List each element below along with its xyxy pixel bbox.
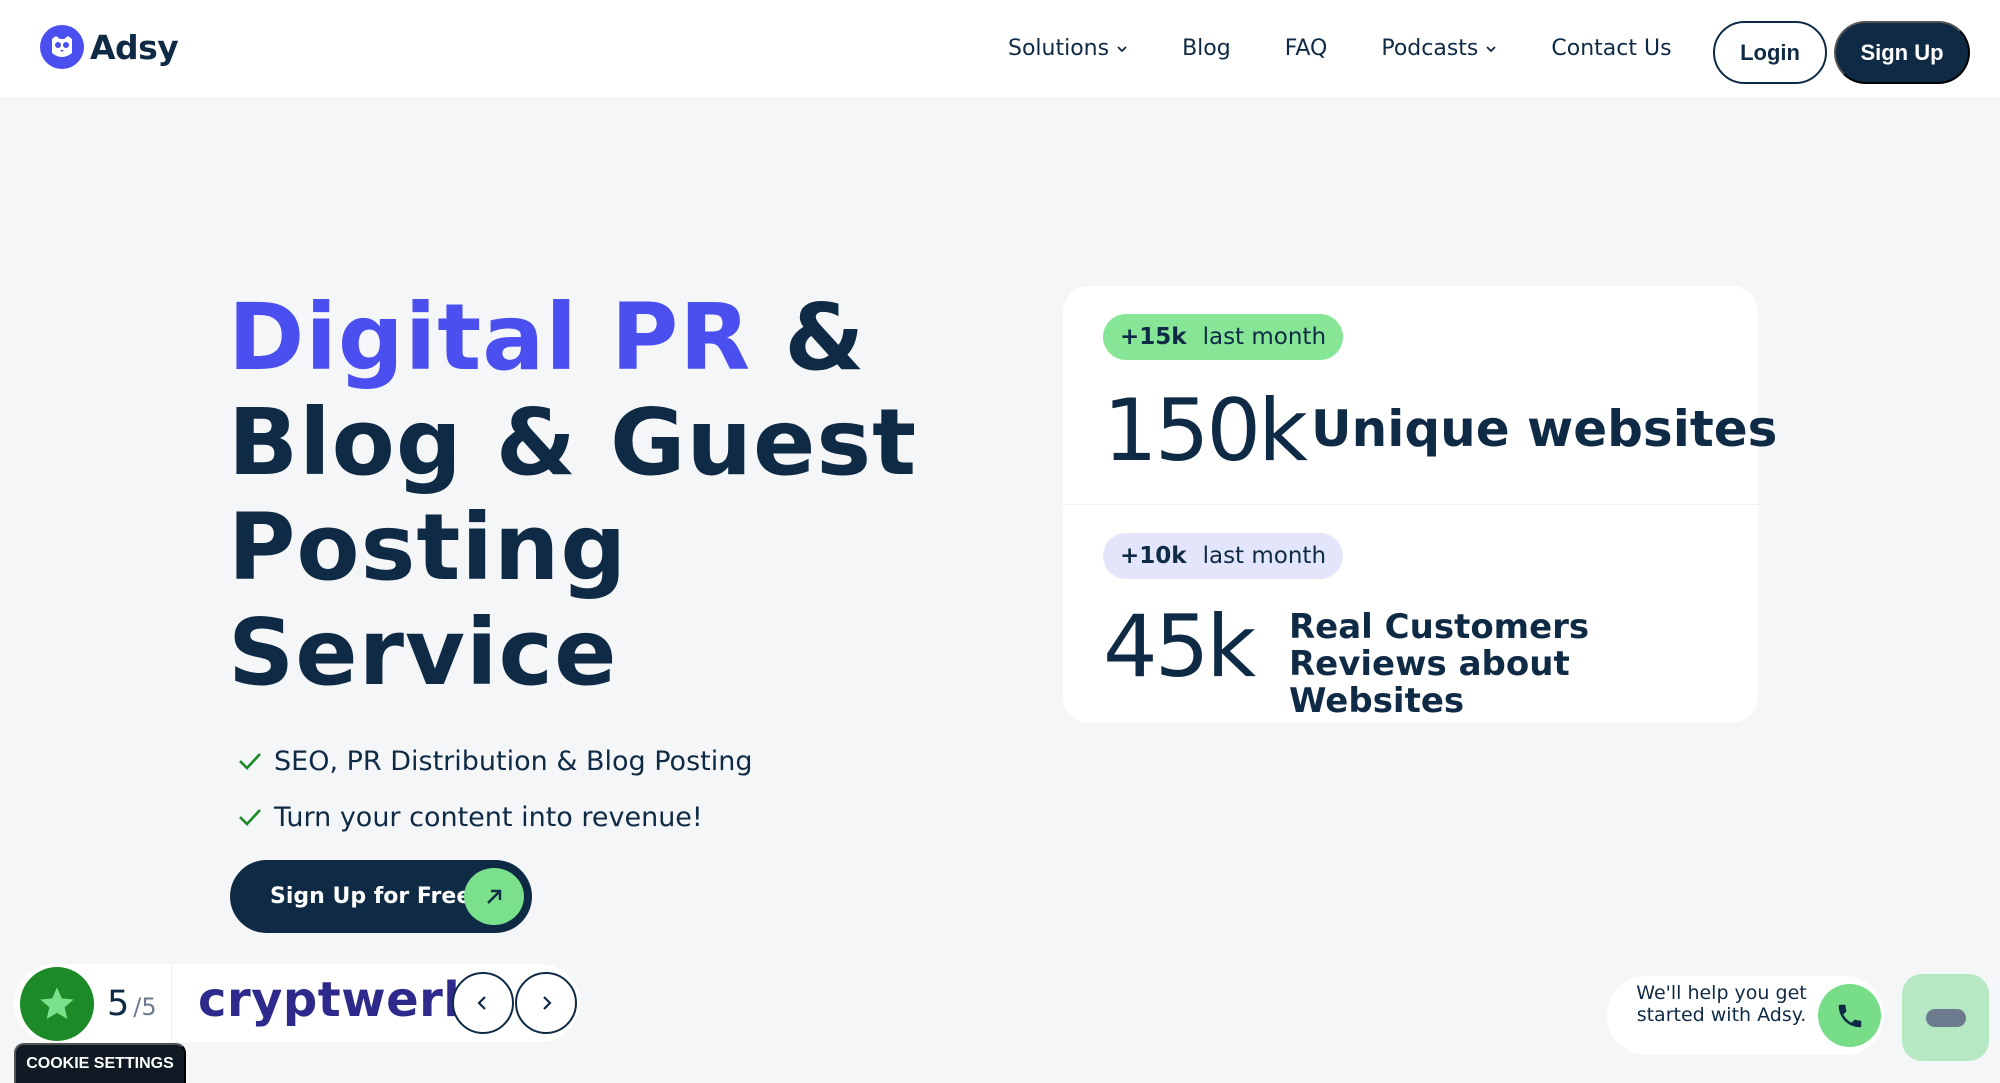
nav-label: Podcasts (1381, 36, 1479, 61)
phone-icon[interactable] (1818, 984, 1881, 1047)
growth-period: last month (1202, 324, 1327, 350)
owl-logo-icon (40, 25, 84, 69)
rating-max: /5 (133, 993, 157, 1021)
help-widget[interactable]: We'll help you get started with Adsy. (1607, 976, 1884, 1055)
stat-label: Unique websites (1311, 400, 1778, 458)
signup-free-button[interactable]: Sign Up for Free (230, 860, 532, 933)
divider (171, 964, 172, 1042)
hero-title-line2: Blog & Guest (228, 389, 918, 496)
nav-item-contact-us[interactable]: Contact Us (1551, 36, 1671, 61)
hero-title-amp: & (784, 284, 866, 391)
nav-label: Blog (1182, 36, 1231, 61)
hero-title-line3: Posting (228, 494, 628, 601)
rating-value: 5 (107, 984, 130, 1024)
cta-label: Sign Up for Free (270, 884, 472, 909)
chevron-down-icon (1486, 45, 1497, 52)
chevron-left-icon (477, 996, 486, 1010)
nav-item-faq[interactable]: FAQ (1285, 36, 1328, 61)
growth-delta: +10k (1120, 543, 1187, 569)
chevron-down-icon (1117, 45, 1127, 52)
feature-item: SEO, PR Distribution & Blog Posting (238, 733, 753, 789)
nav-item-solutions[interactable]: Solutions (1008, 36, 1128, 61)
review-brand-logo: cryptwerk (198, 972, 476, 1028)
hero-title: Digital PR & Blog & Guest Posting Servic… (228, 285, 948, 705)
nav-label: Contact Us (1551, 36, 1672, 61)
divider (1063, 504, 1758, 505)
stat-label: Real Customers Reviews about Websites (1289, 607, 1590, 721)
nav-label: FAQ (1284, 36, 1328, 61)
nav-item-blog[interactable]: Blog (1182, 36, 1231, 61)
checkmark-icon (239, 753, 261, 770)
feature-list: SEO, PR Distribution & Blog Posting Turn… (238, 733, 753, 845)
page: Adsy Solutions Blog FAQ Podcasts Contact… (0, 0, 2000, 1083)
cookie-settings-button[interactable]: COOKIE SETTINGS (14, 1043, 186, 1083)
site-header: Adsy Solutions Blog FAQ Podcasts Contact… (0, 0, 2000, 97)
logo[interactable]: Adsy (40, 25, 179, 69)
review-widget: 5/5 cryptwerk (14, 964, 580, 1042)
chat-icon[interactable] (1902, 974, 1989, 1061)
growth-delta: +15k (1120, 324, 1187, 350)
next-button[interactable] (515, 972, 577, 1034)
help-text: We'll help you get started with Adsy. (1636, 982, 1807, 1026)
checkmark-icon (239, 809, 261, 826)
growth-badge: +15k last month (1103, 314, 1344, 360)
rating-score: 5/5 (107, 984, 157, 1024)
arrow-up-right-icon (464, 868, 524, 925)
feature-text: Turn your content into revenue! (274, 801, 703, 833)
stat-value: 45k (1103, 597, 1256, 697)
login-button[interactable]: Login (1713, 21, 1827, 84)
star-icon (20, 967, 94, 1041)
nav-item-podcasts[interactable]: Podcasts (1381, 36, 1497, 61)
feature-text: SEO, PR Distribution & Blog Posting (274, 745, 753, 777)
logo-text: Adsy (90, 27, 179, 67)
main-nav: Solutions Blog FAQ Podcasts Contact Us (1008, 0, 1726, 97)
nav-label: Solutions (1008, 36, 1110, 61)
signup-button[interactable]: Sign Up (1834, 21, 1970, 84)
previous-button[interactable] (452, 972, 514, 1034)
stat-value: 150k (1103, 381, 1308, 481)
chevron-right-icon (543, 996, 552, 1010)
feature-item: Turn your content into revenue! (238, 789, 753, 845)
growth-period: last month (1202, 543, 1327, 569)
hero-title-line4: Service (228, 599, 618, 706)
hero-title-accent: Digital PR (228, 284, 752, 391)
growth-badge: +10k last month (1103, 533, 1344, 579)
